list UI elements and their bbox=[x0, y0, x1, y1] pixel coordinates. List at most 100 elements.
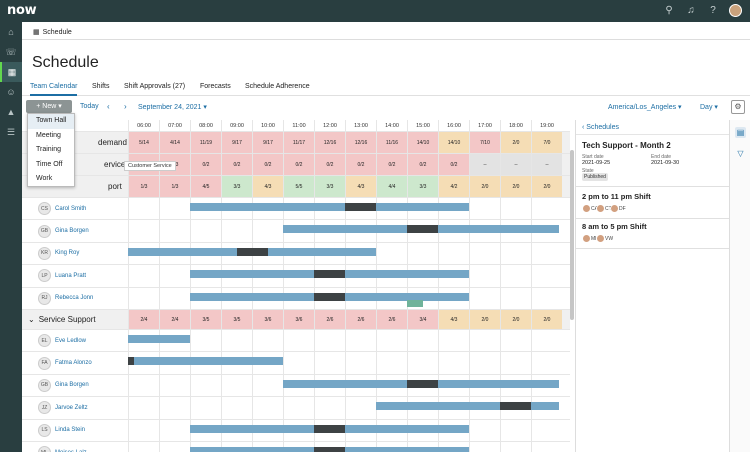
employee-name[interactable]: Linda Stein bbox=[55, 427, 85, 433]
summary-row[interactable]: demand 5/14 4/14 11/19 9/17 9/17 11/17 12/16 12/… bbox=[22, 132, 570, 154]
tab-shifts[interactable]: Shifts bbox=[92, 83, 110, 96]
grid-cell[interactable] bbox=[190, 220, 221, 242]
grid-cell[interactable] bbox=[469, 265, 500, 287]
shift-bar[interactable] bbox=[283, 379, 407, 388]
grid-cell[interactable] bbox=[314, 397, 345, 419]
grid-cell[interactable] bbox=[469, 442, 500, 452]
employee-name[interactable]: Gina Borgen bbox=[55, 382, 89, 388]
employee-name[interactable]: King Roy bbox=[55, 250, 79, 256]
shift-bar[interactable] bbox=[283, 225, 407, 234]
search-icon[interactable]: ⚲ bbox=[663, 5, 675, 17]
grid-cell[interactable] bbox=[128, 442, 159, 452]
grid-cell[interactable] bbox=[128, 198, 159, 220]
shift-bar[interactable] bbox=[190, 424, 314, 433]
chevron-down-icon[interactable]: ⌄ bbox=[22, 315, 35, 324]
grid-cell[interactable] bbox=[159, 374, 190, 397]
grid-cell[interactable] bbox=[376, 242, 407, 265]
grid-cell[interactable] bbox=[190, 330, 221, 352]
grid-cell[interactable] bbox=[469, 419, 500, 441]
grid-cell[interactable] bbox=[128, 374, 159, 397]
grid-cell[interactable] bbox=[252, 374, 283, 397]
grid-cell[interactable] bbox=[500, 442, 531, 452]
shift-bar[interactable] bbox=[407, 299, 423, 307]
grid-cell[interactable] bbox=[283, 397, 314, 419]
grid-cell[interactable] bbox=[500, 419, 531, 441]
user-avatar[interactable] bbox=[729, 4, 742, 17]
grid-cell[interactable] bbox=[283, 330, 314, 352]
menu-item-town-hall[interactable]: Town Hall bbox=[28, 114, 74, 129]
break-block[interactable] bbox=[314, 292, 345, 301]
shift-bar[interactable] bbox=[438, 225, 559, 234]
grid-cell[interactable] bbox=[531, 265, 562, 287]
grid-cell[interactable] bbox=[500, 265, 531, 287]
new-button[interactable]: + New ▾ bbox=[26, 100, 72, 113]
shift-bar[interactable] bbox=[345, 447, 469, 452]
grid-cell[interactable] bbox=[407, 242, 438, 265]
grid-cell[interactable] bbox=[128, 220, 159, 242]
grid-cell[interactable] bbox=[531, 352, 562, 374]
shift-bar[interactable] bbox=[134, 357, 283, 366]
home-icon[interactable]: ⌂ bbox=[0, 22, 22, 42]
grid-cell[interactable] bbox=[438, 242, 469, 265]
gear-icon[interactable]: ⚙ bbox=[731, 100, 745, 114]
shift-bar[interactable] bbox=[531, 402, 559, 411]
shift-bar[interactable] bbox=[128, 247, 237, 256]
shift-bar[interactable] bbox=[376, 402, 500, 411]
employee-row[interactable]: JZ Jarvoe Zeltz bbox=[22, 397, 570, 420]
graduation-icon[interactable]: ▲ bbox=[0, 102, 22, 122]
shift-bar[interactable] bbox=[376, 203, 469, 211]
grid-cell[interactable] bbox=[159, 220, 190, 242]
view-select[interactable]: Day ▾ bbox=[700, 103, 718, 111]
shift-bar[interactable] bbox=[345, 424, 469, 433]
list-icon[interactable]: ☰ bbox=[0, 122, 22, 142]
menu-item-work[interactable]: Work bbox=[28, 172, 74, 187]
shift-title[interactable]: 8 am to 5 pm Shift bbox=[582, 222, 647, 231]
grid-cell[interactable] bbox=[159, 287, 190, 309]
timezone-select[interactable]: America/Los_Angeles ▾ bbox=[608, 103, 682, 111]
grid-cell[interactable] bbox=[500, 352, 531, 374]
filter-icon[interactable]: ▽ bbox=[735, 148, 746, 159]
grid-cell[interactable] bbox=[500, 330, 531, 352]
break-block[interactable] bbox=[314, 270, 345, 279]
grid-cell[interactable] bbox=[531, 287, 562, 309]
grid-cell[interactable] bbox=[345, 330, 376, 352]
tab-shift-approvals-27[interactable]: Shift Approvals (27) bbox=[124, 83, 185, 96]
grid-cell[interactable] bbox=[252, 220, 283, 242]
employee-row[interactable]: GB Gina Borgen bbox=[22, 220, 570, 243]
shift-bar[interactable] bbox=[345, 270, 469, 279]
shift-bar[interactable] bbox=[267, 247, 376, 256]
tab-schedule-adherence[interactable]: Schedule Adherence bbox=[245, 83, 310, 96]
grid-cell[interactable] bbox=[128, 287, 159, 309]
shift-bar[interactable] bbox=[128, 335, 190, 343]
grid-cell[interactable] bbox=[252, 397, 283, 419]
employee-name[interactable]: Gina Borgen bbox=[55, 228, 89, 234]
menu-item-meeting[interactable]: Meeting bbox=[28, 129, 74, 144]
grid-cell[interactable] bbox=[376, 352, 407, 374]
break-block[interactable] bbox=[236, 247, 268, 256]
grid-cell[interactable] bbox=[221, 397, 252, 419]
grid-cell[interactable] bbox=[221, 330, 252, 352]
grid-cell[interactable] bbox=[345, 397, 376, 419]
employee-row[interactable]: LP Luana Pratt bbox=[22, 265, 570, 288]
shift-bar[interactable] bbox=[190, 203, 345, 211]
back-to-schedules[interactable]: ‹ Schedules bbox=[576, 120, 729, 135]
break-block[interactable] bbox=[500, 402, 531, 411]
bell-icon[interactable]: ♫ bbox=[685, 5, 697, 17]
grid-cell[interactable] bbox=[469, 330, 500, 352]
employee-row[interactable]: RJ Rebecca Jonn bbox=[22, 287, 570, 310]
grid-cell[interactable] bbox=[159, 442, 190, 452]
break-block[interactable] bbox=[407, 225, 438, 234]
grid-cell[interactable] bbox=[500, 198, 531, 220]
employee-row[interactable]: CS Carol Smith bbox=[22, 198, 570, 221]
employee-row[interactable]: KR King Roy bbox=[22, 242, 570, 266]
tab-forecasts[interactable]: Forecasts bbox=[200, 83, 231, 96]
grid-cell[interactable] bbox=[531, 242, 562, 265]
grid-cell[interactable] bbox=[469, 287, 500, 309]
grid-cell[interactable] bbox=[252, 330, 283, 352]
grid-cell[interactable] bbox=[314, 330, 345, 352]
shift-bar[interactable] bbox=[190, 292, 314, 301]
grid-cell[interactable] bbox=[159, 198, 190, 220]
servicenow-logo[interactable]: now bbox=[7, 3, 37, 18]
grid-cell[interactable] bbox=[159, 265, 190, 287]
window-tab-schedule[interactable]: ▦ Schedule bbox=[28, 25, 77, 39]
